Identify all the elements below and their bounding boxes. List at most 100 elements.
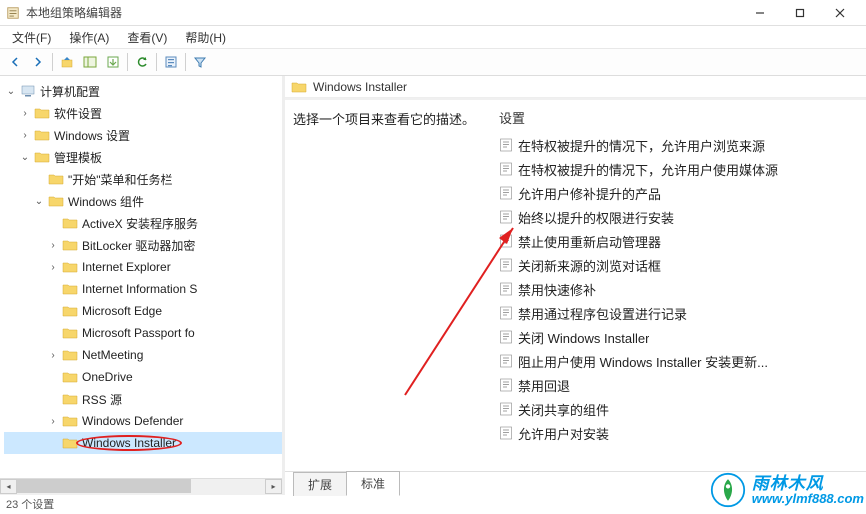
policy-icon xyxy=(499,162,513,176)
tree-root[interactable]: ⌄ 计算机配置 xyxy=(4,80,282,102)
tree-software-settings[interactable]: › 软件设置 xyxy=(4,102,282,124)
minimize-button[interactable] xyxy=(740,2,780,24)
description-text: 选择一个项目来查看它的描述。 xyxy=(293,110,487,130)
filter-button[interactable] xyxy=(189,51,211,73)
content-body: 选择一个项目来查看它的描述。 设置 在特权被提升的情况下，允许用户浏览来源在特权… xyxy=(285,100,866,471)
tree-label: Microsoft Passport fo xyxy=(82,326,195,340)
tree-passport[interactable]: Microsoft Passport fo xyxy=(4,322,282,344)
setting-item[interactable]: 禁用通过程序包设置进行记录 xyxy=(495,301,866,325)
tree-windows-installer[interactable]: Windows Installer xyxy=(4,432,282,454)
setting-label: 在特权被提升的情况下，允许用户浏览来源 xyxy=(518,136,765,155)
setting-label: 禁止使用重新启动管理器 xyxy=(518,232,661,251)
policy-icon xyxy=(499,330,513,344)
tree-iis[interactable]: Internet Information S xyxy=(4,278,282,300)
setting-label: 关闭新来源的浏览对话框 xyxy=(518,256,661,275)
app-icon xyxy=(6,6,20,20)
menu-file[interactable]: 文件(F) xyxy=(4,27,59,48)
toolbar-separator xyxy=(156,53,157,71)
folder-icon xyxy=(291,80,307,94)
watermark-logo-icon xyxy=(710,472,746,508)
tab-extended[interactable]: 扩展 xyxy=(293,472,347,496)
tab-standard[interactable]: 标准 xyxy=(346,471,400,496)
expand-toggle[interactable]: › xyxy=(46,414,60,428)
menu-action[interactable]: 操作(A) xyxy=(61,27,117,48)
setting-item[interactable]: 在特权被提升的情况下，允许用户使用媒体源 xyxy=(495,157,866,181)
expand-toggle[interactable]: › xyxy=(46,348,60,362)
tree-label: RSS 源 xyxy=(82,391,122,408)
setting-item[interactable]: 在特权被提升的情况下，允许用户浏览来源 xyxy=(495,133,866,157)
folder-icon xyxy=(34,149,50,165)
tree-onedrive[interactable]: OneDrive xyxy=(4,366,282,388)
setting-label: 禁用快速修补 xyxy=(518,280,596,299)
tree-label: "开始"菜单和任务栏 xyxy=(68,171,173,188)
setting-item[interactable]: 关闭新来源的浏览对话框 xyxy=(495,253,866,277)
tree-label: OneDrive xyxy=(82,370,133,384)
expand-toggle[interactable]: › xyxy=(18,128,32,142)
forward-button[interactable] xyxy=(27,51,49,73)
policy-icon xyxy=(499,402,513,416)
expand-toggle[interactable]: ⌄ xyxy=(4,84,18,98)
setting-item[interactable]: 禁用回退 xyxy=(495,373,866,397)
expand-toggle[interactable]: ⌄ xyxy=(32,194,46,208)
tree-bitlocker[interactable]: ›BitLocker 驱动器加密 xyxy=(4,234,282,256)
setting-item[interactable]: 关闭 Windows Installer xyxy=(495,325,866,349)
setting-item[interactable]: 阻止用户使用 Windows Installer 安装更新... xyxy=(495,349,866,373)
policy-icon xyxy=(499,186,513,200)
tree-label: 计算机配置 xyxy=(40,83,100,100)
scroll-right-button[interactable]: ▸ xyxy=(265,479,282,494)
setting-item[interactable]: 禁用快速修补 xyxy=(495,277,866,301)
show-hide-tree-button[interactable] xyxy=(79,51,101,73)
tree-netmeeting[interactable]: › NetMeeting xyxy=(4,344,282,366)
menu-help[interactable]: 帮助(H) xyxy=(177,27,234,48)
tree[interactable]: ⌄ 计算机配置 › 软件设置 › Windows 设置 ⌄ 管理模板 xyxy=(0,76,282,478)
horizontal-scrollbar[interactable]: ◂ ▸ xyxy=(0,478,282,495)
expand-toggle[interactable]: › xyxy=(46,238,60,252)
maximize-button[interactable] xyxy=(780,2,820,24)
computer-icon xyxy=(20,83,36,99)
properties-button[interactable] xyxy=(160,51,182,73)
folder-icon xyxy=(62,435,78,451)
refresh-button[interactable] xyxy=(131,51,153,73)
menu-view[interactable]: 查看(V) xyxy=(119,27,175,48)
up-button[interactable] xyxy=(56,51,78,73)
tree-defender[interactable]: ›Windows Defender xyxy=(4,410,282,432)
toolbar-separator xyxy=(52,53,53,71)
folder-icon xyxy=(62,281,78,297)
tree-label: NetMeeting xyxy=(82,348,143,362)
scroll-left-button[interactable]: ◂ xyxy=(0,479,17,494)
tree-panel: ⌄ 计算机配置 › 软件设置 › Windows 设置 ⌄ 管理模板 xyxy=(0,76,285,495)
tree-label: Microsoft Edge xyxy=(82,304,162,318)
setting-item[interactable]: 允许用户修补提升的产品 xyxy=(495,181,866,205)
scroll-thumb[interactable] xyxy=(17,479,191,493)
tree-label: Windows Installer xyxy=(82,436,176,450)
tree-label: 软件设置 xyxy=(54,105,102,122)
tree-rss[interactable]: RSS 源 xyxy=(4,388,282,410)
policy-icon xyxy=(499,234,513,248)
policy-icon xyxy=(499,258,513,272)
tree-windows-settings[interactable]: › Windows 设置 xyxy=(4,124,282,146)
expand-toggle[interactable]: › xyxy=(18,106,32,120)
setting-item[interactable]: 禁止使用重新启动管理器 xyxy=(495,229,866,253)
folder-icon xyxy=(62,259,78,275)
expand-toggle[interactable]: ⌄ xyxy=(18,150,32,164)
setting-item[interactable]: 允许用户对安装 xyxy=(495,421,866,445)
setting-item[interactable]: 始终以提升的权限进行安装 xyxy=(495,205,866,229)
export-button[interactable] xyxy=(102,51,124,73)
tree-windows-components[interactable]: ⌄ Windows 组件 xyxy=(4,190,282,212)
description-pane: 选择一个项目来查看它的描述。 xyxy=(285,100,495,471)
close-button[interactable] xyxy=(820,2,860,24)
watermark-cn: 雨林木风 xyxy=(752,475,864,492)
tree-ie[interactable]: ›Internet Explorer xyxy=(4,256,282,278)
tree-activex[interactable]: ActiveX 安装程序服务 xyxy=(4,212,282,234)
column-header-setting[interactable]: 设置 xyxy=(495,106,866,129)
expand-toggle[interactable]: › xyxy=(46,260,60,274)
policy-icon xyxy=(499,306,513,320)
tree-admin-templates[interactable]: ⌄ 管理模板 xyxy=(4,146,282,168)
settings-list[interactable]: 设置 在特权被提升的情况下，允许用户浏览来源在特权被提升的情况下，允许用户使用媒… xyxy=(495,100,866,471)
scroll-track[interactable] xyxy=(17,479,265,495)
tree-start-menu[interactable]: "开始"菜单和任务栏 xyxy=(4,168,282,190)
policy-icon xyxy=(499,426,513,440)
tree-edge[interactable]: Microsoft Edge xyxy=(4,300,282,322)
back-button[interactable] xyxy=(4,51,26,73)
setting-item[interactable]: 关闭共享的组件 xyxy=(495,397,866,421)
